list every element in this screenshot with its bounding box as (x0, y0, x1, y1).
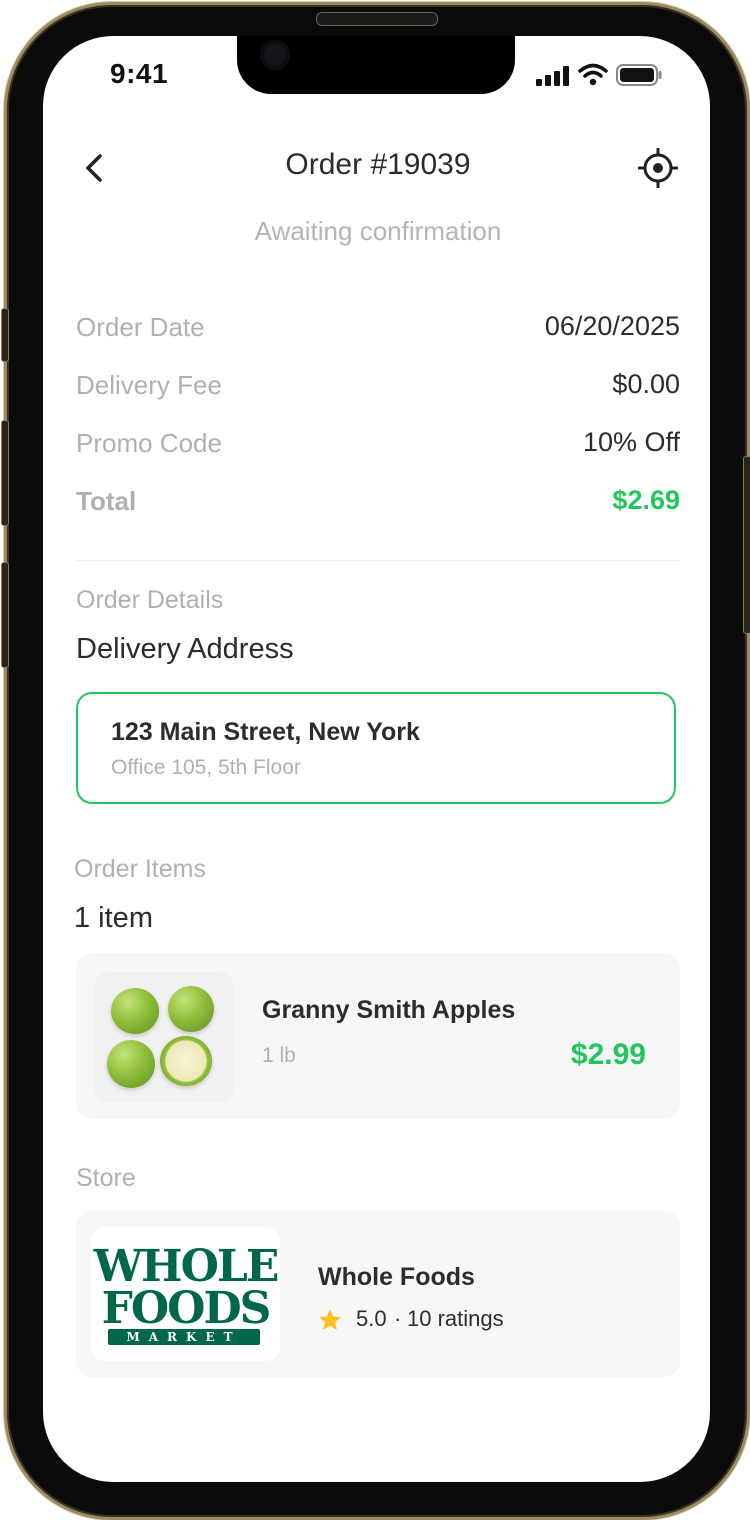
delivery-fee-label: Delivery Fee (76, 370, 222, 400)
promo-code-label: Promo Code (76, 428, 222, 458)
logo-line-2: FOODS (101, 1283, 272, 1334)
logo-line-3: MARKET (108, 1329, 260, 1345)
order-status: Awaiting confirmation (254, 216, 502, 246)
apple-2 (168, 986, 214, 1032)
star-icon (319, 1309, 341, 1330)
order-date-label: Order Date (76, 312, 205, 342)
signal-icon (536, 66, 569, 86)
product-quantity: 1 lb (262, 1044, 296, 1067)
speaker-grille (316, 12, 438, 26)
delivery-address-heading: Delivery Address (76, 633, 294, 665)
item-count: 1 item (74, 902, 153, 934)
volume-up-button (1, 420, 9, 526)
promo-code-value: 10% Off (582, 427, 680, 457)
volume-down-button (1, 562, 9, 668)
rating-separator: · (394, 1306, 402, 1331)
apple-half (160, 1036, 212, 1086)
apple-1 (111, 988, 159, 1034)
status-time: 9:41 (110, 58, 169, 89)
battery-icon (616, 64, 662, 86)
total-label: Total (76, 486, 137, 516)
silent-switch (1, 308, 9, 362)
delivery-fee-value: $0.00 (612, 369, 680, 399)
front-camera (260, 40, 290, 70)
product-price: $2.99 (570, 1038, 646, 1071)
divider (76, 560, 680, 561)
power-button (743, 456, 750, 634)
store-logo: WHOLE FOODS MARKET (91, 1227, 280, 1361)
order-details-label: Order Details (76, 586, 224, 614)
wifi-icon (578, 63, 608, 86)
crosshair-icon[interactable] (638, 148, 678, 188)
store-ratings-count: 10 ratings (407, 1306, 504, 1331)
address-line1: 123 Main Street, New York (111, 718, 420, 746)
page-title: Order #19039 (285, 148, 471, 181)
store-name: Whole Foods (318, 1263, 475, 1291)
product-image (94, 972, 234, 1102)
store-label: Store (76, 1164, 136, 1192)
delivery-address-card[interactable] (76, 692, 676, 804)
order-items-label: Order Items (74, 855, 206, 883)
back-button[interactable] (80, 150, 110, 186)
apple-3 (107, 1040, 155, 1088)
address-line2: Office 105, 5th Floor (111, 756, 301, 779)
total-value: $2.69 (612, 485, 680, 515)
store-rating: 5.0 (356, 1306, 387, 1331)
order-date-value: 06/20/2025 (544, 311, 680, 341)
product-name: Granny Smith Apples (262, 996, 516, 1024)
